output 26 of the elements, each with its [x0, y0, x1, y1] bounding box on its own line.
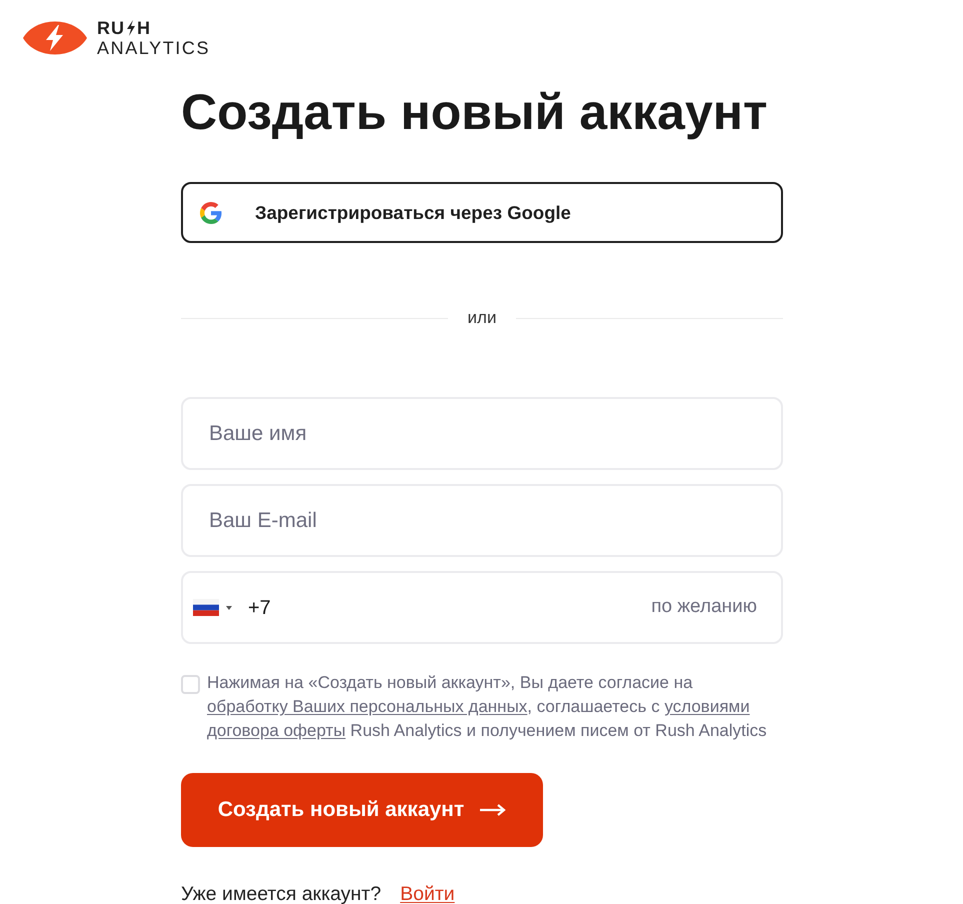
text-input-field[interactable]: Ваш E-mail [181, 484, 783, 557]
terms-link[interactable]: условиями [664, 697, 750, 716]
logo-subtitle: ANALYTICS [97, 39, 210, 57]
google-signup-button[interactable]: Зарегистрироваться через Google [181, 182, 783, 243]
arrow-right-icon [480, 804, 506, 816]
rush-analytics-logo[interactable]: RU H ANALYTICS [22, 19, 210, 57]
caret-down-icon [226, 606, 232, 610]
consent-checkbox[interactable] [181, 675, 200, 694]
terms-link[interactable]: договора оферты [207, 721, 346, 740]
bolt-icon [126, 20, 136, 36]
eye-bolt-logo-icon [22, 20, 88, 56]
page-title: Создать новый аккаунт [181, 87, 768, 137]
text-input-field[interactable]: Ваше имя [181, 397, 783, 470]
optional-hint: по желанию [651, 595, 757, 620]
phone-input-field[interactable]: +7 по желанию [181, 571, 783, 644]
logo-word: RU [97, 19, 125, 37]
phone-value: +7 [248, 596, 271, 620]
russia-flag-icon [193, 599, 219, 616]
create-account-button[interactable]: Создать новый аккаунт [181, 773, 543, 847]
login-question: Уже имеется аккаунт? [181, 883, 382, 904]
login-link[interactable]: Войти [400, 883, 455, 904]
divider-label: или [466, 307, 498, 330]
logo-word: H [137, 19, 150, 37]
terms-link[interactable]: обработку Ваших персональных данных [207, 697, 528, 716]
google-g-icon [200, 202, 222, 224]
consent-text: Нажимая на «Создать новый аккаунт», Вы даете согласие на обработку Ваших персональных данных, соглашаетесь с условиями договора оферты Rush Analytics и получением писем от Rush Analytics [207, 672, 768, 742]
